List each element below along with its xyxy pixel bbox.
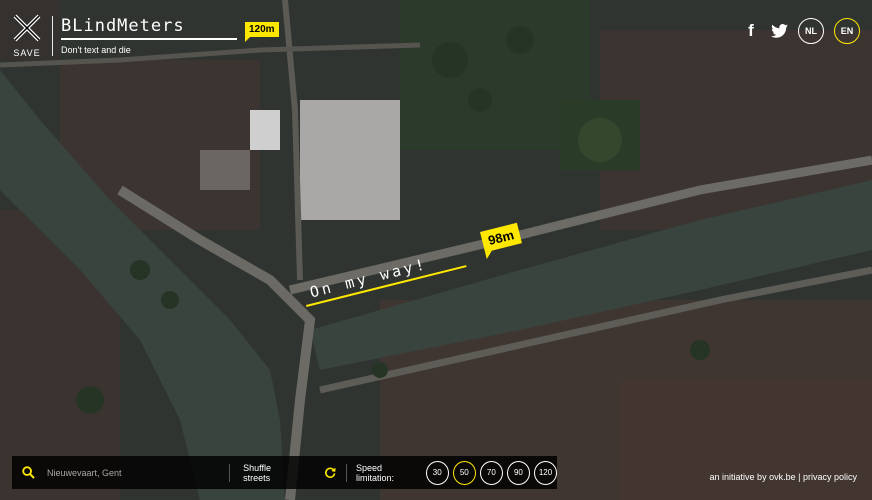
satellite-map[interactable]: [0, 0, 872, 500]
speed-120-button[interactable]: 120: [533, 460, 558, 485]
privacy-policy-link[interactable]: privacy policy: [803, 472, 857, 482]
search-icon[interactable]: [22, 466, 35, 479]
shuffle-streets-button[interactable]: Shuffle streets: [230, 463, 346, 483]
footer-separator: |: [798, 472, 801, 482]
search-box: [12, 466, 229, 479]
speed-50-button[interactable]: 50: [452, 460, 476, 485]
twitter-icon: [770, 24, 788, 38]
title-underline: [61, 38, 237, 40]
lang-nl-button[interactable]: NL: [798, 18, 824, 44]
shuffle-label: Shuffle streets: [243, 462, 272, 483]
facebook-button[interactable]: f: [742, 21, 760, 40]
save-logo[interactable]: SAVE: [10, 14, 44, 58]
speed-label: Speed limitation:: [356, 462, 395, 483]
speed-70-button[interactable]: 70: [479, 460, 503, 485]
x-logo-icon: [13, 14, 41, 42]
header-actions: f NL EN: [742, 18, 860, 44]
logo-text: SAVE: [13, 48, 41, 58]
brand-divider: [52, 16, 53, 56]
twitter-button[interactable]: [770, 22, 788, 40]
footer: an initiative by ovk.be | privacy policy: [710, 472, 857, 482]
lang-en-button[interactable]: EN: [834, 18, 860, 44]
refresh-icon: [324, 467, 336, 478]
speed-30-button[interactable]: 30: [425, 460, 449, 485]
facebook-icon: f: [748, 21, 754, 40]
street-search-input[interactable]: [45, 466, 199, 479]
app-title: BLindMeters: [61, 16, 185, 36]
header-distance-badge: 120m: [245, 22, 279, 42]
speed-limitation: Speed limitation: 30 50 70 90 120: [347, 460, 558, 485]
control-bar: Shuffle streets Speed limitation: 30 50 …: [12, 456, 558, 489]
brand: SAVE BLindMeters 120m Don't text and die: [10, 14, 279, 58]
initiative-link[interactable]: an initiative by ovk.be: [710, 472, 796, 482]
speed-90-button[interactable]: 90: [506, 460, 530, 485]
tagline: Don't text and die: [61, 45, 131, 55]
